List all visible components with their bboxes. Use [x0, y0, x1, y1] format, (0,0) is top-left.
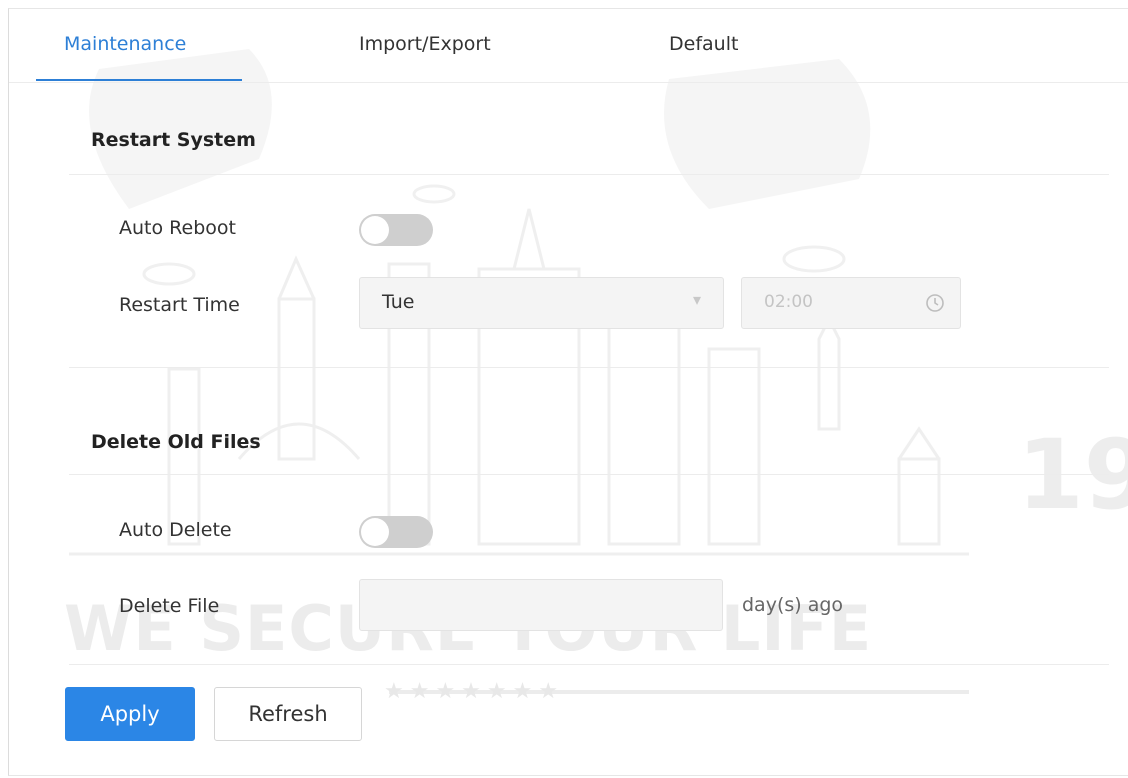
settings-panel: WE SECURE YOUR LIFE ★★★★★★★ 19 Maintenan… — [8, 8, 1128, 776]
tab-import-export[interactable]: Import/Export — [359, 33, 491, 55]
city-skyline-watermark — [69, 49, 969, 694]
section-divider — [69, 367, 1109, 368]
section-divider — [69, 664, 1109, 665]
watermark-year: 19 — [1017, 419, 1128, 531]
delete-file-unit: day(s) ago — [742, 594, 844, 616]
restart-system-title: Restart System — [91, 129, 256, 151]
tab-default[interactable]: Default — [669, 33, 738, 55]
auto-reboot-toggle[interactable] — [359, 214, 433, 246]
refresh-button[interactable]: Refresh — [214, 687, 362, 741]
auto-delete-label: Auto Delete — [119, 519, 232, 541]
apply-button[interactable]: Apply — [65, 687, 195, 741]
auto-reboot-label: Auto Reboot — [119, 217, 236, 239]
tab-bar: Maintenance Import/Export Default — [9, 9, 1128, 83]
tab-maintenance[interactable]: Maintenance — [64, 33, 186, 55]
active-tab-indicator — [36, 79, 242, 81]
section-divider — [69, 474, 1109, 475]
auto-delete-toggle[interactable] — [359, 516, 433, 548]
chevron-down-icon: ▾ — [692, 290, 701, 309]
delete-file-days-input[interactable] — [359, 579, 723, 631]
delete-file-label: Delete File — [119, 595, 220, 617]
delete-old-files-title: Delete Old Files — [91, 431, 261, 453]
section-divider — [69, 174, 1109, 175]
watermark: WE SECURE YOUR LIFE ★★★★★★★ 19 — [9, 9, 1128, 775]
restart-time-picker[interactable]: 02:00 — [741, 277, 961, 329]
toggle-knob — [361, 216, 389, 244]
toggle-knob — [361, 518, 389, 546]
restart-time-value: 02:00 — [764, 292, 813, 312]
restart-day-value: Tue — [382, 291, 415, 313]
restart-time-label: Restart Time — [119, 294, 240, 316]
clock-icon — [926, 294, 944, 312]
watermark-stars: ★★★★★★★ — [384, 679, 565, 704]
restart-day-select[interactable]: Tue ▾ — [359, 277, 724, 329]
